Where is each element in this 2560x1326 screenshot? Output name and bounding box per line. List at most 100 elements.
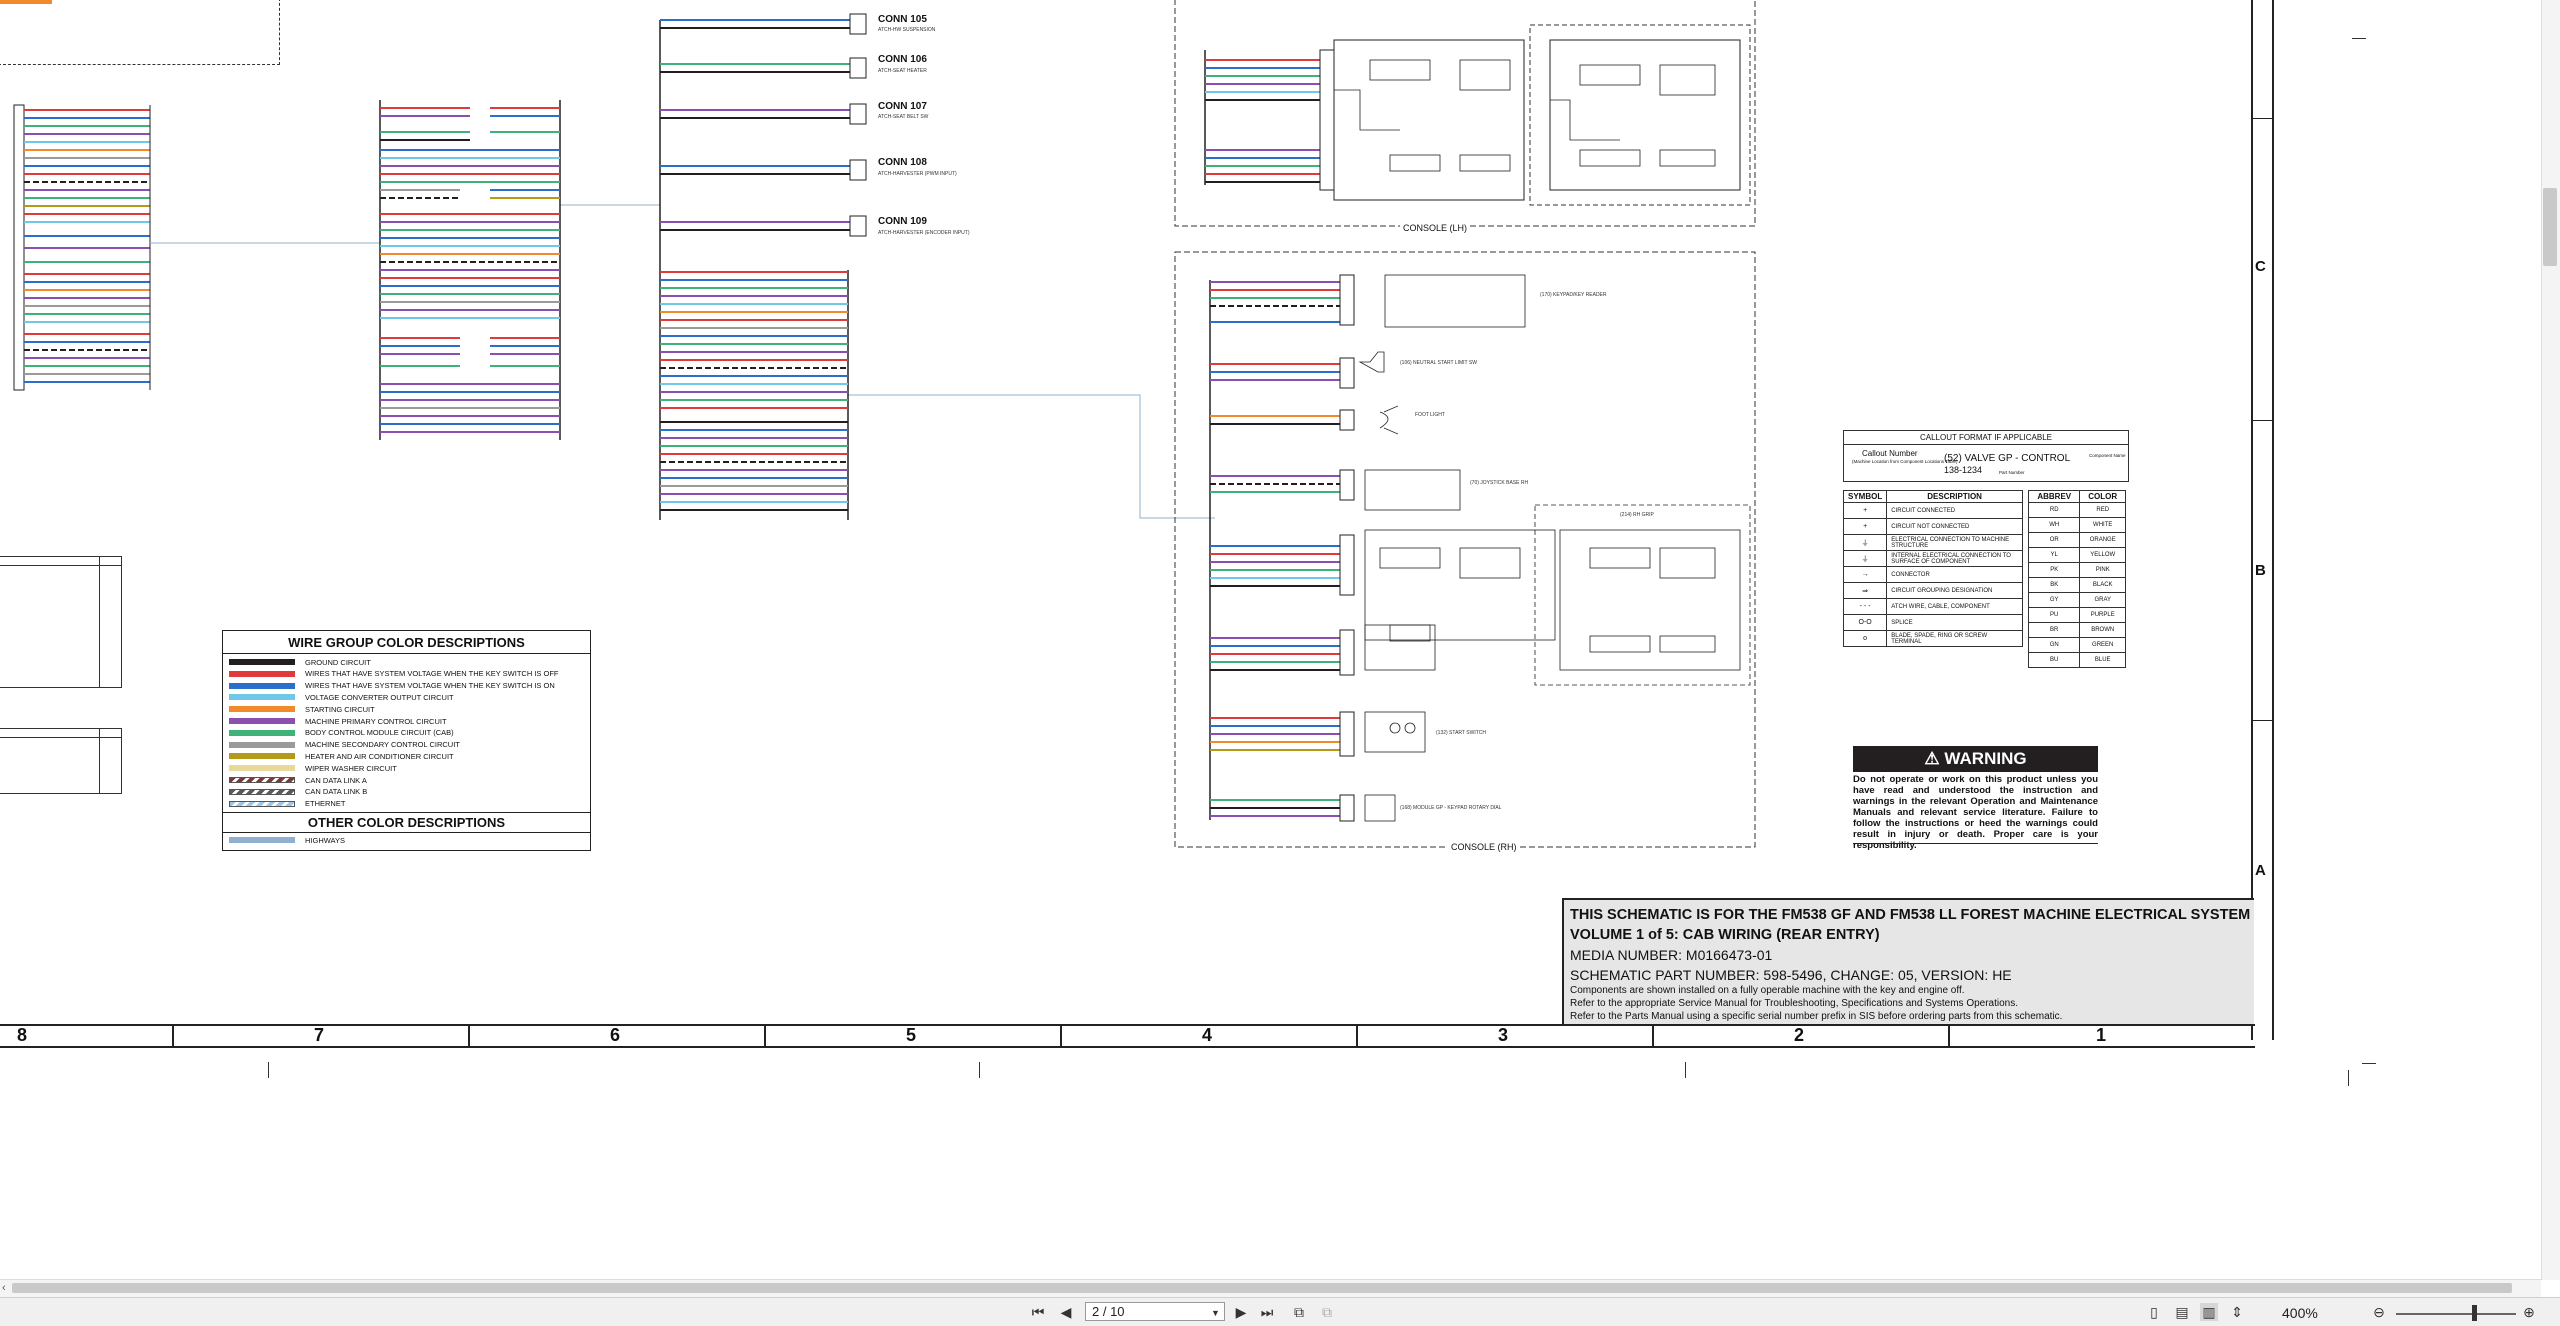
legend-swatch: [229, 741, 295, 748]
legend-label: BODY CONTROL MODULE CIRCUIT (CAB): [305, 728, 454, 738]
color-row: BU BLUE: [2027, 652, 2126, 668]
symbol-cell: ⇒: [1842, 582, 1888, 599]
copy-disabled-icon[interactable]: ⧉: [1318, 1303, 1336, 1321]
fit-view-icon[interactable]: ⇕: [2228, 1303, 2246, 1321]
symbol-header: SYMBOL: [1842, 490, 1888, 503]
color-header: COLOR: [2079, 490, 2126, 503]
color-row: PK PINK: [2027, 562, 2126, 578]
symbol-cell: ⏚: [1842, 550, 1888, 567]
zone-col-1: 1: [2096, 1025, 2107, 1045]
last-page-icon[interactable]: ⏭: [1258, 1303, 1276, 1321]
legend-swatch: [229, 682, 295, 689]
zoom-slider[interactable]: [2396, 1313, 2516, 1315]
center-harness: [659, 13, 867, 520]
callout-format-box: CALLOUT FORMAT IF APPLICABLE Callout Num…: [1843, 430, 2129, 482]
legend-row: BODY CONTROL MODULE CIRCUIT (CAB): [229, 728, 454, 738]
abbrev-cell: RD: [2027, 502, 2081, 518]
legend-label: VOLTAGE CONVERTER OUTPUT CIRCUIT: [305, 692, 454, 702]
legend-swatch: [229, 718, 295, 724]
zone-divider: [2253, 420, 2273, 421]
single-page-view-icon[interactable]: ▯: [2146, 1303, 2162, 1321]
page-dropdown-icon[interactable]: ▼: [1211, 1308, 1220, 1318]
callout-part: 138-1234: [1944, 465, 1983, 475]
color-row: OR ORANGE: [2027, 532, 2126, 548]
symbol-description: INTERNAL ELECTRICAL CONNECTION TO SURFAC…: [1886, 550, 2023, 567]
symbol-description: ATCH WIRE, CABLE, COMPONENT: [1886, 598, 2023, 615]
ruler-tick: [1356, 1024, 1358, 1046]
callout-number-label: Callout Number: [1862, 449, 1918, 458]
conn-106-label: CONN 106: [878, 54, 927, 65]
legend-row: ETHERNET: [229, 799, 345, 809]
color-row: GY GRAY: [2027, 592, 2126, 608]
title-line-2: VOLUME 1 of 5: CAB WIRING (REAR ENTRY): [1570, 927, 1880, 943]
conn-109-label: CONN 109: [878, 216, 927, 227]
color-row: RD RED: [2027, 502, 2126, 518]
legend-swatch: [229, 788, 295, 795]
conn-107-desc: ATCH-SEAT BELT SW: [878, 114, 929, 120]
trim-mark: [979, 1062, 980, 1078]
component-label: (132) START SWITCH: [1436, 730, 1487, 736]
legend-swatch: [229, 659, 295, 665]
next-page-icon[interactable]: ▶: [1233, 1303, 1249, 1321]
symbol-row: + CIRCUIT CONNECTED: [1842, 502, 2023, 519]
console-rh-box: [1174, 251, 1756, 848]
color-row: BK BLACK: [2027, 577, 2126, 593]
horizontal-scroll-thumb[interactable]: [12, 1283, 2512, 1293]
warning-text: Do not operate or work on this product u…: [1853, 774, 2098, 851]
ruler-tick: [764, 1024, 766, 1046]
copy-icon[interactable]: ⧉: [1290, 1303, 1308, 1321]
callout-title: CALLOUT FORMAT IF APPLICABLE: [1919, 433, 2053, 442]
zoom-out-icon[interactable]: ⊖: [2370, 1303, 2388, 1321]
symbol-row: O-O SPLICE: [1842, 614, 2023, 631]
zone-col-7: 7: [314, 1025, 325, 1045]
legend-label: WIRES THAT HAVE SYSTEM VOLTAGE WHEN THE …: [305, 669, 559, 679]
legend-swatch: [229, 753, 295, 760]
legend-label: GROUND CIRCUIT: [305, 657, 371, 667]
title-block: THIS SCHEMATIC IS FOR THE FM538 GF AND F…: [1562, 898, 2254, 1026]
page-number-select[interactable]: 2 / 10: [1085, 1302, 1225, 1321]
ruler-tick: [1948, 1024, 1950, 1046]
continuous-view-icon[interactable]: ▤: [2174, 1303, 2190, 1321]
ruler-tick: [468, 1024, 470, 1046]
color-name-cell: YELLOW: [2079, 547, 2126, 563]
symbol-cell: O-O: [1842, 614, 1888, 631]
trim-mark: [268, 1062, 269, 1078]
component-label: (214) RH GRIP: [1620, 512, 1654, 518]
warning-title: WARNING: [1944, 749, 2027, 768]
symbol-row: ⏚ INTERNAL ELECTRICAL CONNECTION TO SURFA…: [1842, 550, 2023, 567]
callout-component-name: Component Name: [2089, 453, 2126, 458]
color-row: YL YELLOW: [2027, 547, 2126, 563]
component-label: (106) NEUTRAL START LIMIT SW: [1400, 360, 1477, 366]
callout-example: (52) VALVE GP - CONTROL: [1944, 453, 2071, 464]
legend-swatch: [229, 777, 295, 783]
zone-row-a: A: [2255, 862, 2266, 879]
warning-underline: [1853, 843, 2098, 844]
scroll-left-icon[interactable]: ‹: [2, 1282, 6, 1294]
symbol-cell: +: [1842, 502, 1888, 519]
zoom-in-icon[interactable]: ⊕: [2520, 1303, 2538, 1321]
conn-105-label: CONN 105: [878, 14, 927, 25]
legend-swatch: [229, 729, 295, 736]
legend-row: CAN DATA LINK A: [229, 775, 367, 785]
zoom-slider-thumb[interactable]: [2472, 1305, 2477, 1321]
conn-109-desc: ATCH-HARVESTER (ENCODER INPUT): [878, 230, 970, 236]
center-left-harness: [379, 100, 561, 440]
symbol-cell: +: [1842, 518, 1888, 535]
wire-color-legend: WIRE GROUP COLOR DESCRIPTIONS GROUND CIR…: [222, 630, 591, 851]
legend-row: VOLTAGE CONVERTER OUTPUT CIRCUIT: [229, 692, 454, 702]
two-page-view-icon[interactable]: ▥: [2200, 1303, 2218, 1321]
symbol-description: BLADE, SPADE, RING OR SCREW TERMINAL: [1886, 630, 2023, 647]
legend-label: WIPER WASHER CIRCUIT: [305, 763, 397, 773]
zone-col-6: 6: [610, 1025, 621, 1045]
symbol-description: CIRCUIT NOT CONNECTED: [1886, 518, 2023, 535]
legend-swatch: [229, 800, 295, 807]
legend-label: CAN DATA LINK A: [305, 775, 367, 785]
ruler-tick: [1652, 1024, 1654, 1046]
legend-swatch: [229, 670, 295, 677]
column-ruler: [0, 1024, 2255, 1048]
symbol-description: SPLICE: [1886, 614, 2023, 631]
conn-106-desc: ATCH-SEAT HEATER: [878, 68, 927, 74]
vertical-scroll-thumb[interactable]: [2543, 188, 2557, 266]
first-page-icon[interactable]: ⏮: [1030, 1303, 1046, 1321]
prev-page-icon[interactable]: ◀: [1058, 1303, 1074, 1321]
